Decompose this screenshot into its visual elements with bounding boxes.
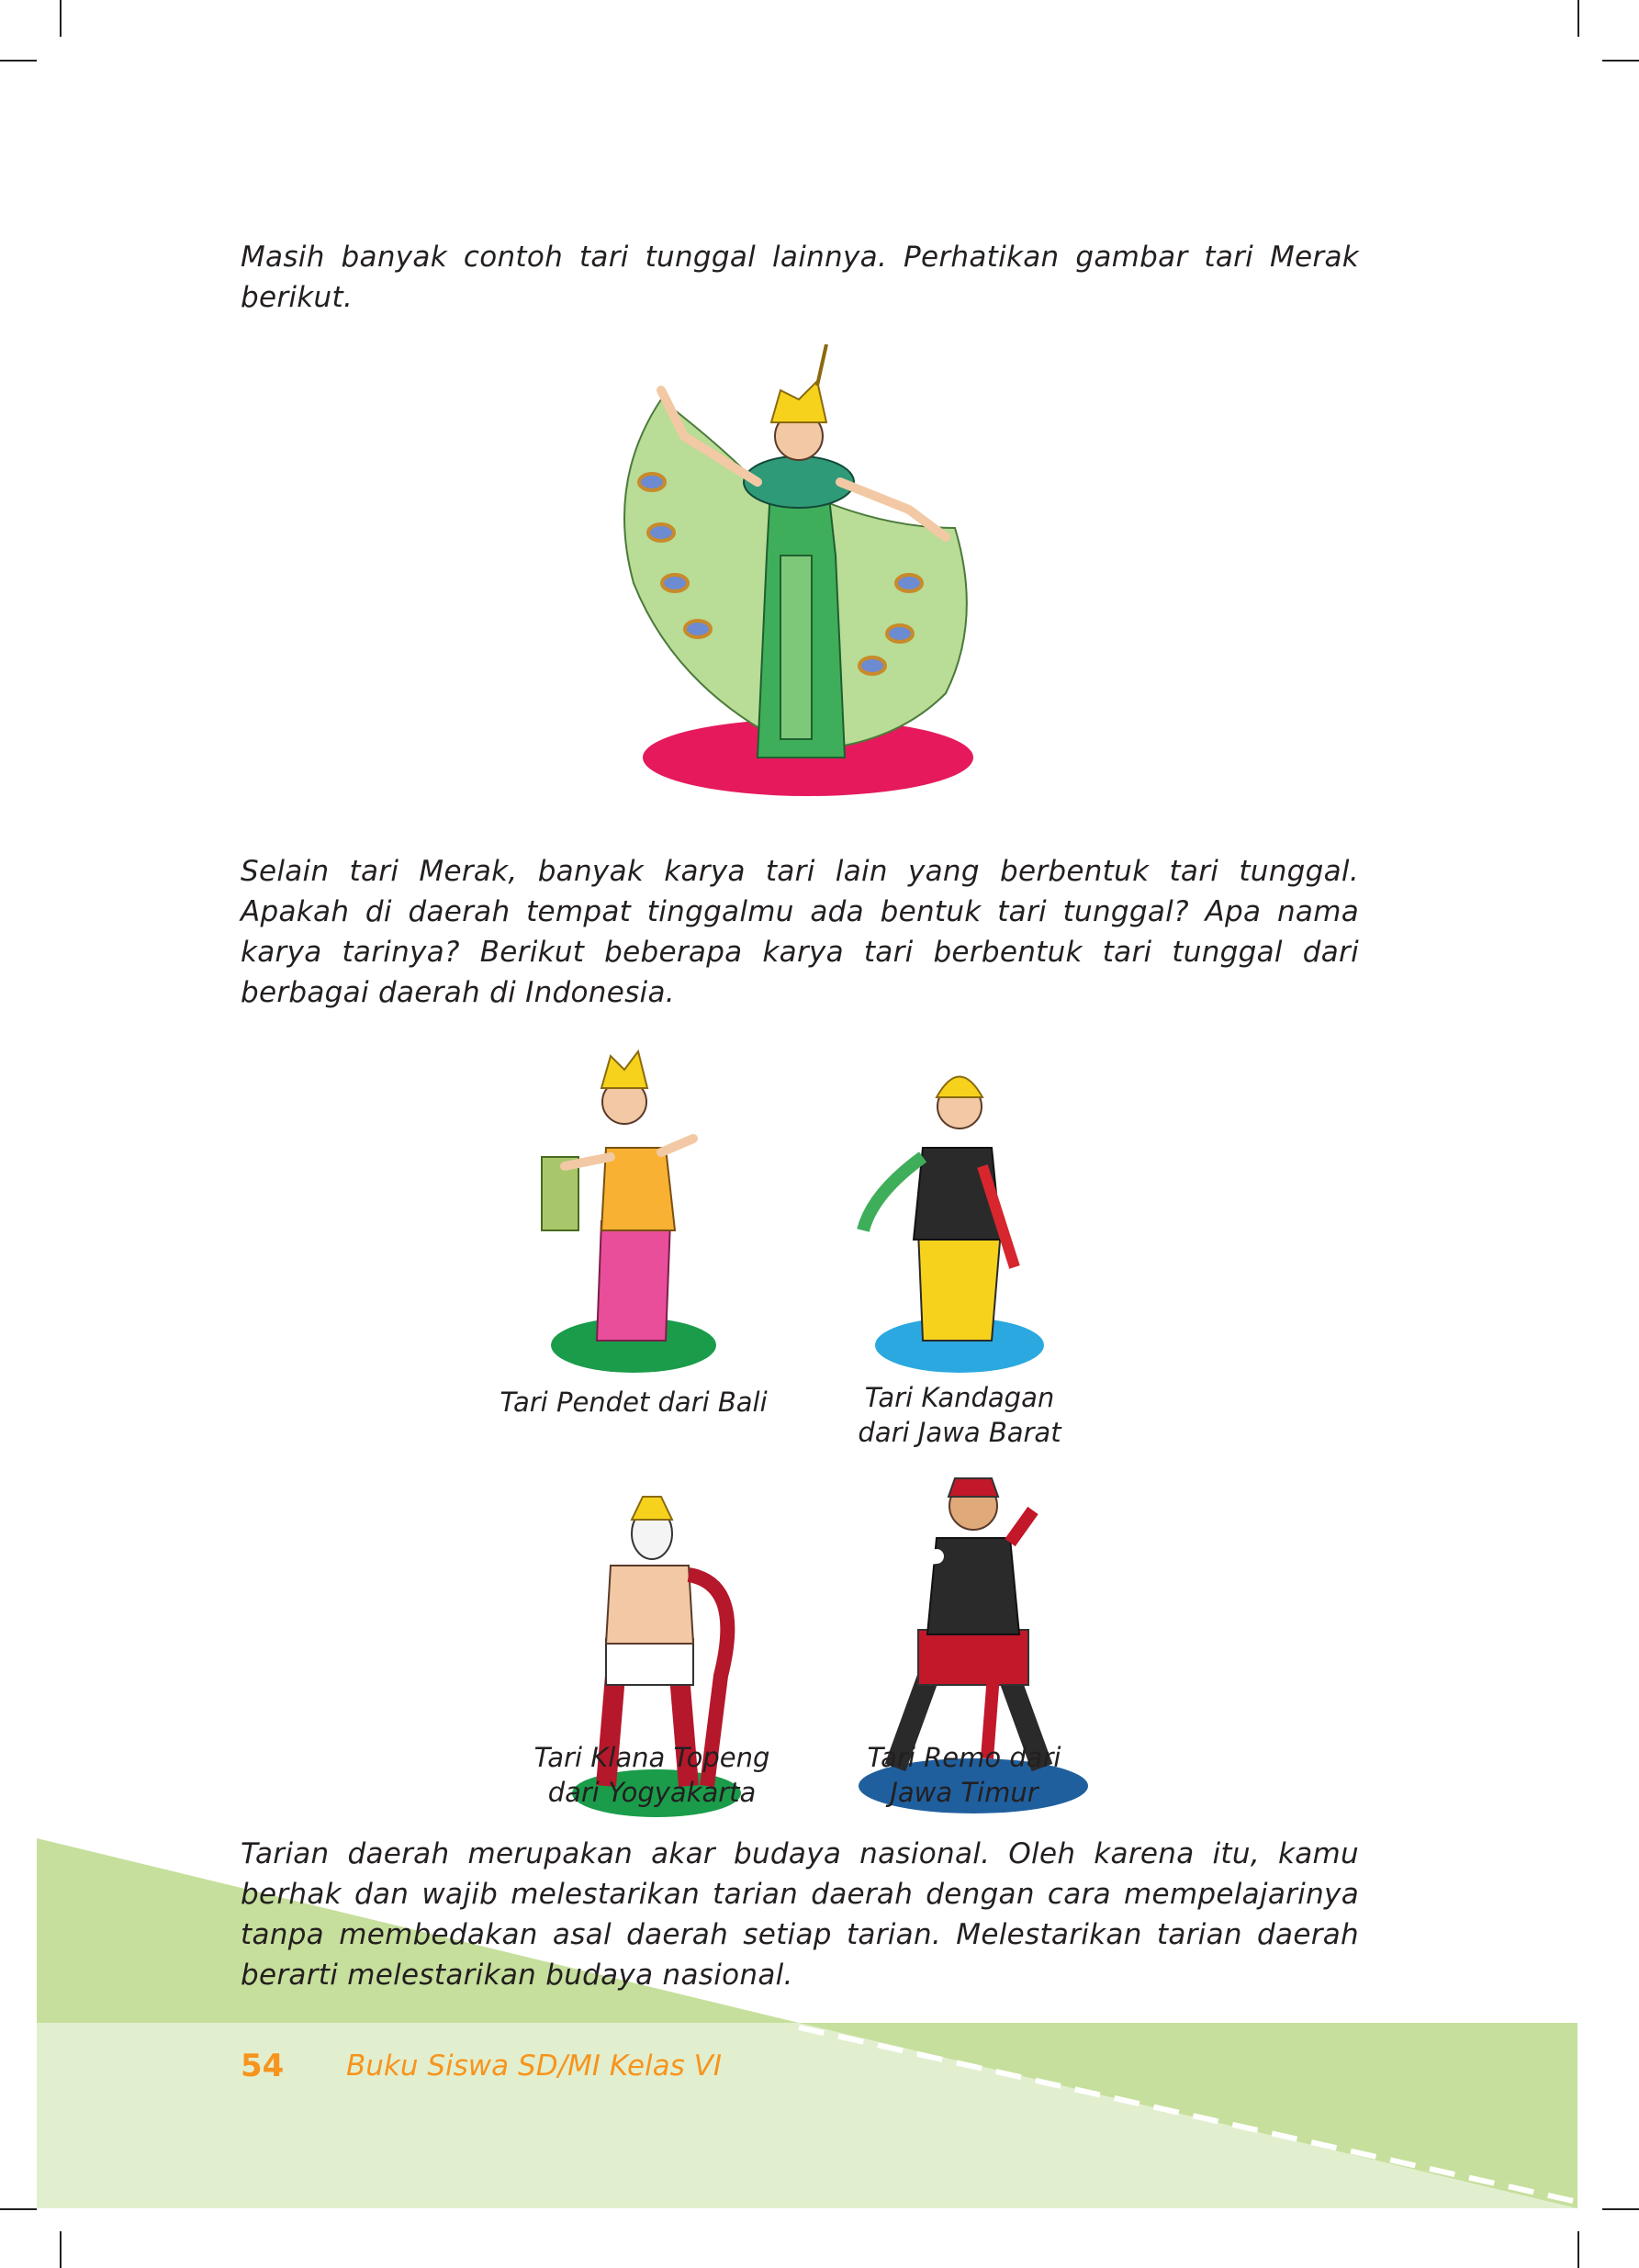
kandagan-headdress [935,1075,984,1098]
pendet-skirt [595,1220,672,1342]
caption-pendet: Tari Pendet dari Bali [496,1385,771,1420]
tari-merak-illustration [623,344,973,796]
crop-mark [1577,2231,1579,2268]
page-number: 54 [241,2048,285,2084]
caption-remo-line-1: Tari Remo dari [867,1742,1061,1773]
caption-remo-line-2: Jawa Timur [890,1777,1038,1808]
remo-headband [947,1477,1000,1498]
tari-pendet-illustration [541,1049,716,1373]
caption-klana-line-1: Tari Klana Topeng [533,1742,770,1773]
caption-kandagan: Tari Kandagan dari Jawa Barat [826,1380,1093,1450]
crop-mark [0,2208,37,2210]
crop-mark [1602,2208,1639,2210]
crop-mark [1577,0,1579,37]
klana-waist [605,1638,694,1686]
klana-headdress [630,1496,674,1521]
caption-kandagan-line-1: Tari Kandagan [864,1382,1055,1413]
pendet-headdress [600,1049,649,1089]
closing-paragraph: Tarian daerah merupakan akar budaya nasi… [241,1837,1359,1992]
kandagan-scarf [857,1151,927,1232]
intro-paragraph: Masih banyak contoh tari tunggal lainnya… [241,241,1359,314]
caption-klana-topeng: Tari Klana Topeng dari Yogyakarta [514,1740,790,1810]
crop-mark [60,2231,62,2268]
caption-kandagan-line-2: dari Jawa Barat [858,1417,1061,1448]
remo-waist [917,1629,1029,1686]
merak-crown [769,379,828,423]
caption-klana-line-2: dari Yogyakarta [547,1777,757,1808]
second-paragraph: Selain tari Merak, banyak karya tari lai… [241,855,1359,1009]
kandagan-skirt [916,1229,1003,1342]
book-title: Buku Siswa SD/MI Kelas VI [346,2049,723,2083]
crop-mark [60,0,62,37]
merak-sash [780,555,813,740]
remo-arm [860,1549,944,1573]
caption-remo: Tari Remo dari Jawa Timur [826,1740,1102,1810]
tari-kandagan-illustration [857,1075,1044,1373]
klana-body [604,1565,695,1645]
crop-mark [0,60,37,62]
crop-mark [1602,60,1639,62]
merak-crown-feather [815,344,828,387]
caption-pendet-text: Tari Pendet dari Bali [500,1387,768,1418]
